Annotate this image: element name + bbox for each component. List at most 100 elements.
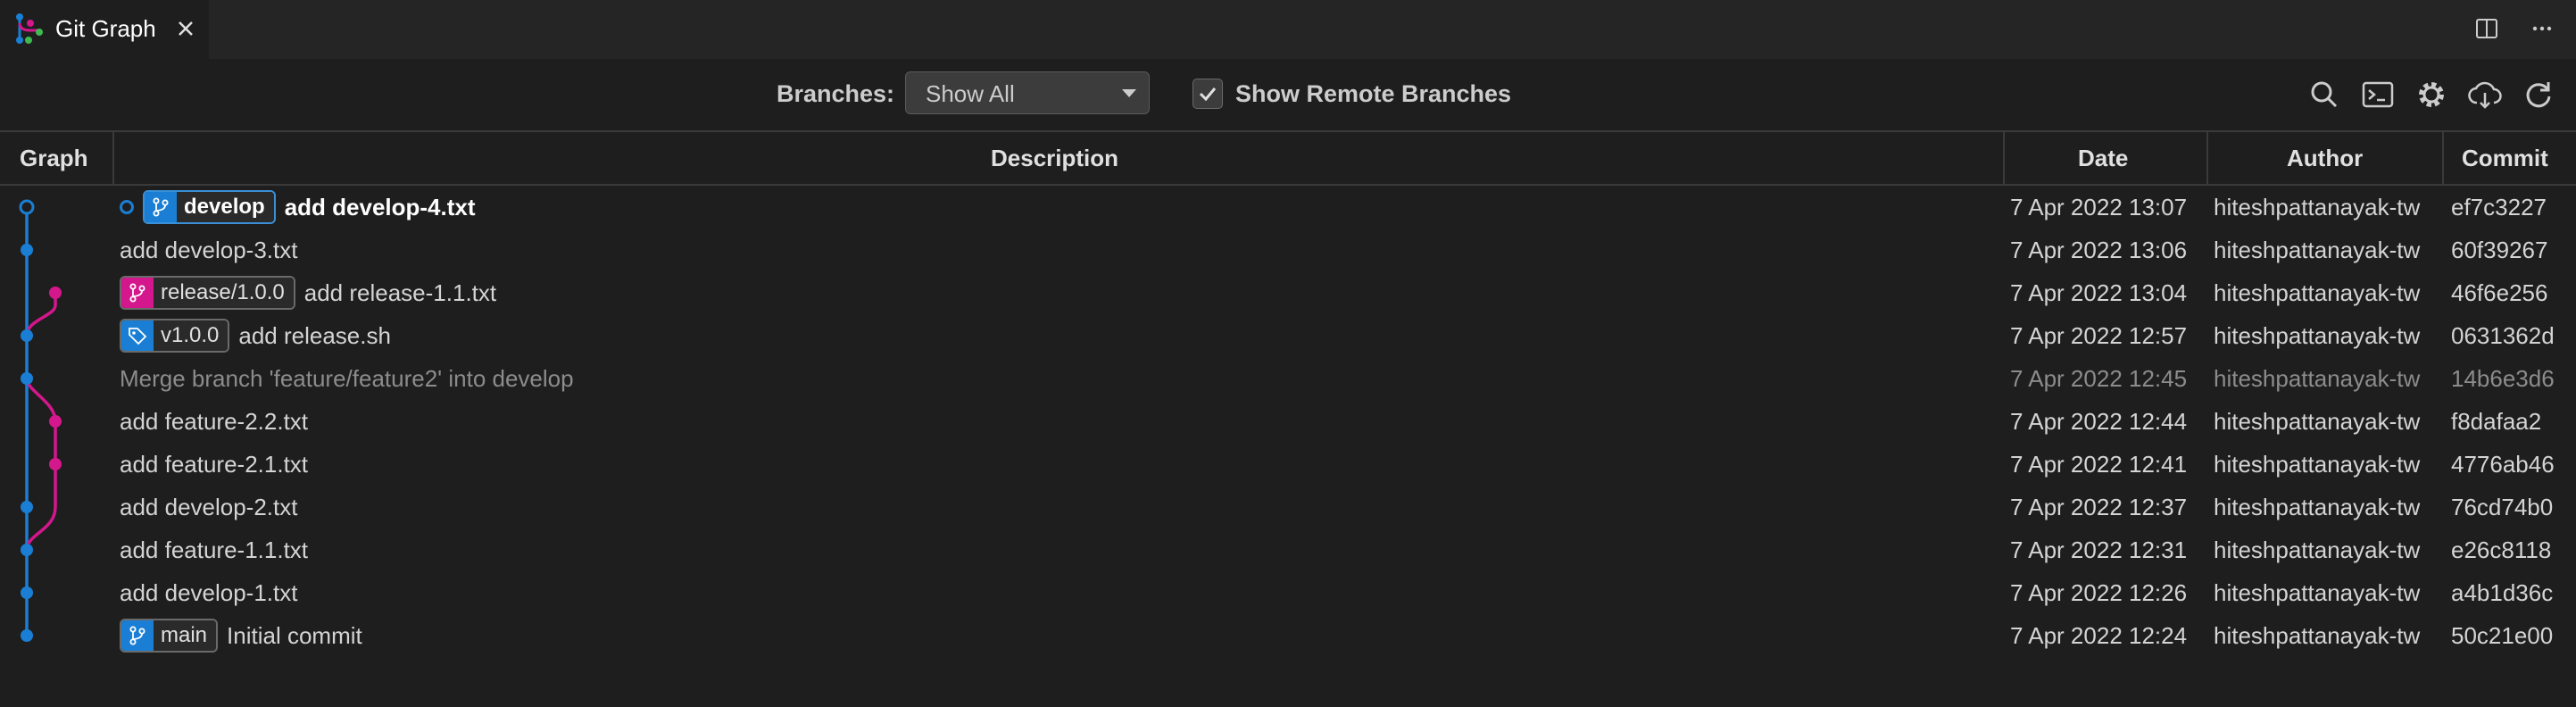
commit-message: Merge branch 'feature/feature2' into dev… xyxy=(120,365,574,392)
close-icon[interactable] xyxy=(173,16,198,41)
commit-date: 7 Apr 2022 12:44 xyxy=(2010,408,2188,435)
commit-author: hiteshpattanayak-tw xyxy=(2214,536,2421,563)
branch-icon xyxy=(145,192,177,222)
commit-node xyxy=(21,372,33,385)
fetch-icon[interactable] xyxy=(2467,77,2503,112)
commit-message: Initial commit xyxy=(227,622,362,649)
commit-date: 7 Apr 2022 13:04 xyxy=(2010,279,2188,306)
settings-icon[interactable] xyxy=(2414,77,2449,112)
column-date[interactable]: Date xyxy=(2078,132,2128,184)
more-actions-icon[interactable] xyxy=(2526,12,2558,45)
column-divider[interactable] xyxy=(2003,132,2005,186)
git-graph-icon xyxy=(16,13,43,44)
table-row[interactable]: v1.0.0 add release.sh 7 Apr 2022 12:57 hite… xyxy=(0,314,2576,357)
table-row[interactable]: main Initial commit 7 Apr 2022 12:24 hitesh… xyxy=(0,614,2576,657)
commit-hash: ef7c3227 xyxy=(2451,194,2547,220)
commit-node xyxy=(21,329,33,342)
search-icon[interactable] xyxy=(2306,77,2342,112)
table-row[interactable]: add feature-1.1.txt 7 Apr 2022 12:31 hites… xyxy=(0,528,2576,571)
commit-hash: 46f6e256 xyxy=(2451,279,2548,306)
commit-date: 7 Apr 2022 12:37 xyxy=(2010,494,2188,520)
commit-date: 7 Apr 2022 12:31 xyxy=(2010,536,2188,563)
commit-hash: 50c21e00 xyxy=(2451,622,2554,649)
commit-hash: a4b1d36c xyxy=(2451,579,2554,606)
commit-message: add develop-4.txt xyxy=(284,194,476,220)
table-row[interactable]: develop add develop-4.txt 7 Apr 2022 13:07… xyxy=(0,186,2576,229)
tag-label[interactable]: v1.0.0 xyxy=(120,319,230,353)
column-commit[interactable]: Commit xyxy=(2462,132,2548,184)
commit-author: hiteshpattanayak-tw xyxy=(2214,451,2421,478)
commit-message: add feature-1.1.txt xyxy=(120,536,309,563)
check-icon xyxy=(1199,87,1217,102)
column-description[interactable]: Description xyxy=(991,132,1118,184)
commit-hash: 60f39267 xyxy=(2451,237,2548,263)
commit-node xyxy=(19,199,35,215)
commit-date: 7 Apr 2022 12:57 xyxy=(2010,322,2188,349)
split-editor-icon[interactable] xyxy=(2471,12,2503,45)
table-row[interactable]: add develop-1.txt 7 Apr 2022 12:26 hiteshp… xyxy=(0,571,2576,614)
column-divider[interactable] xyxy=(112,132,114,186)
refresh-icon[interactable] xyxy=(2521,77,2556,112)
table-row[interactable]: add feature-2.1.txt 7 Apr 2022 12:41 hites… xyxy=(0,443,2576,486)
commit-author: hiteshpattanayak-tw xyxy=(2214,237,2421,263)
table-header: Graph Description Date Author Commit xyxy=(0,130,2576,186)
branches-dropdown[interactable]: Show All xyxy=(905,71,1150,114)
commit-node xyxy=(49,415,62,428)
column-divider[interactable] xyxy=(2442,132,2444,186)
column-author[interactable]: Author xyxy=(2287,132,2363,184)
tag-icon xyxy=(121,320,154,351)
commit-graph xyxy=(19,199,62,642)
branch-icon xyxy=(121,278,154,308)
table-row[interactable]: add feature-2.2.txt 7 Apr 2022 12:44 hites… xyxy=(0,400,2576,443)
commit-hash: 76cd74b0 xyxy=(2451,494,2554,520)
ref-name: main xyxy=(154,620,217,651)
commit-message: add feature-2.2.txt xyxy=(120,408,309,435)
show-remote-label[interactable]: Show Remote Branches xyxy=(1235,79,1511,109)
commit-node xyxy=(21,501,33,513)
commit-node xyxy=(21,629,33,642)
branch-label[interactable]: develop xyxy=(143,190,276,224)
table-row[interactable]: add develop-2.txt 7 Apr 2022 12:37 hiteshp… xyxy=(0,486,2576,528)
commit-description: add feature-2.1.txt xyxy=(120,443,308,486)
commit-description: Merge branch 'feature/feature2' into dev… xyxy=(120,357,574,400)
commit-author: hiteshpattanayak-tw xyxy=(2214,322,2421,349)
commit-node xyxy=(21,244,33,256)
show-remote-checkbox[interactable] xyxy=(1192,79,1223,109)
commit-description: add feature-2.2.txt xyxy=(120,400,308,443)
head-indicator-icon xyxy=(120,200,134,214)
commit-author: hiteshpattanayak-tw xyxy=(2214,408,2421,435)
commit-description: develop add develop-4.txt xyxy=(120,186,476,229)
controls-bar: Branches: Show All Show Remote Branches xyxy=(0,59,2576,130)
branches-label: Branches: xyxy=(777,80,895,107)
commit-description: release/1.0.0 add release-1.1.txt xyxy=(120,271,496,314)
commit-hash: 14b6e3d6 xyxy=(2451,365,2555,392)
ref-name: v1.0.0 xyxy=(154,320,229,351)
commit-message: add develop-2.txt xyxy=(120,494,298,520)
table-row[interactable]: add develop-3.txt 7 Apr 2022 13:06 hiteshp… xyxy=(0,229,2576,271)
commit-description: v1.0.0 add release.sh xyxy=(120,314,391,357)
tab-git-graph[interactable]: Git Graph xyxy=(0,0,209,59)
commit-message: add release.sh xyxy=(238,322,391,349)
commit-date: 7 Apr 2022 12:41 xyxy=(2010,451,2188,478)
commit-author: hiteshpattanayak-tw xyxy=(2214,365,2421,392)
commit-description: add develop-1.txt xyxy=(120,571,297,614)
terminal-icon[interactable] xyxy=(2360,77,2396,112)
commit-author: hiteshpattanayak-tw xyxy=(2214,494,2421,520)
branch-label[interactable]: release/1.0.0 xyxy=(120,276,295,310)
commit-description: add develop-3.txt xyxy=(120,229,297,271)
ref-name: release/1.0.0 xyxy=(154,278,294,308)
table-row[interactable]: Merge branch 'feature/feature2' into dev… xyxy=(0,357,2576,400)
column-graph[interactable]: Graph xyxy=(20,132,88,184)
commit-hash: 0631362d xyxy=(2451,322,2555,349)
commit-date: 7 Apr 2022 13:07 xyxy=(2010,194,2188,220)
commit-node xyxy=(21,544,33,556)
commit-node xyxy=(49,458,62,470)
commit-author: hiteshpattanayak-tw xyxy=(2214,279,2421,306)
table-row[interactable]: release/1.0.0 add release-1.1.txt 7 Apr 20… xyxy=(0,271,2576,314)
commit-description: add feature-1.1.txt xyxy=(120,528,308,571)
commit-date: 7 Apr 2022 13:06 xyxy=(2010,237,2188,263)
editor-actions xyxy=(2471,12,2558,45)
branch-label[interactable]: main xyxy=(120,619,219,653)
column-divider[interactable] xyxy=(2206,132,2208,186)
commit-node xyxy=(49,287,62,299)
